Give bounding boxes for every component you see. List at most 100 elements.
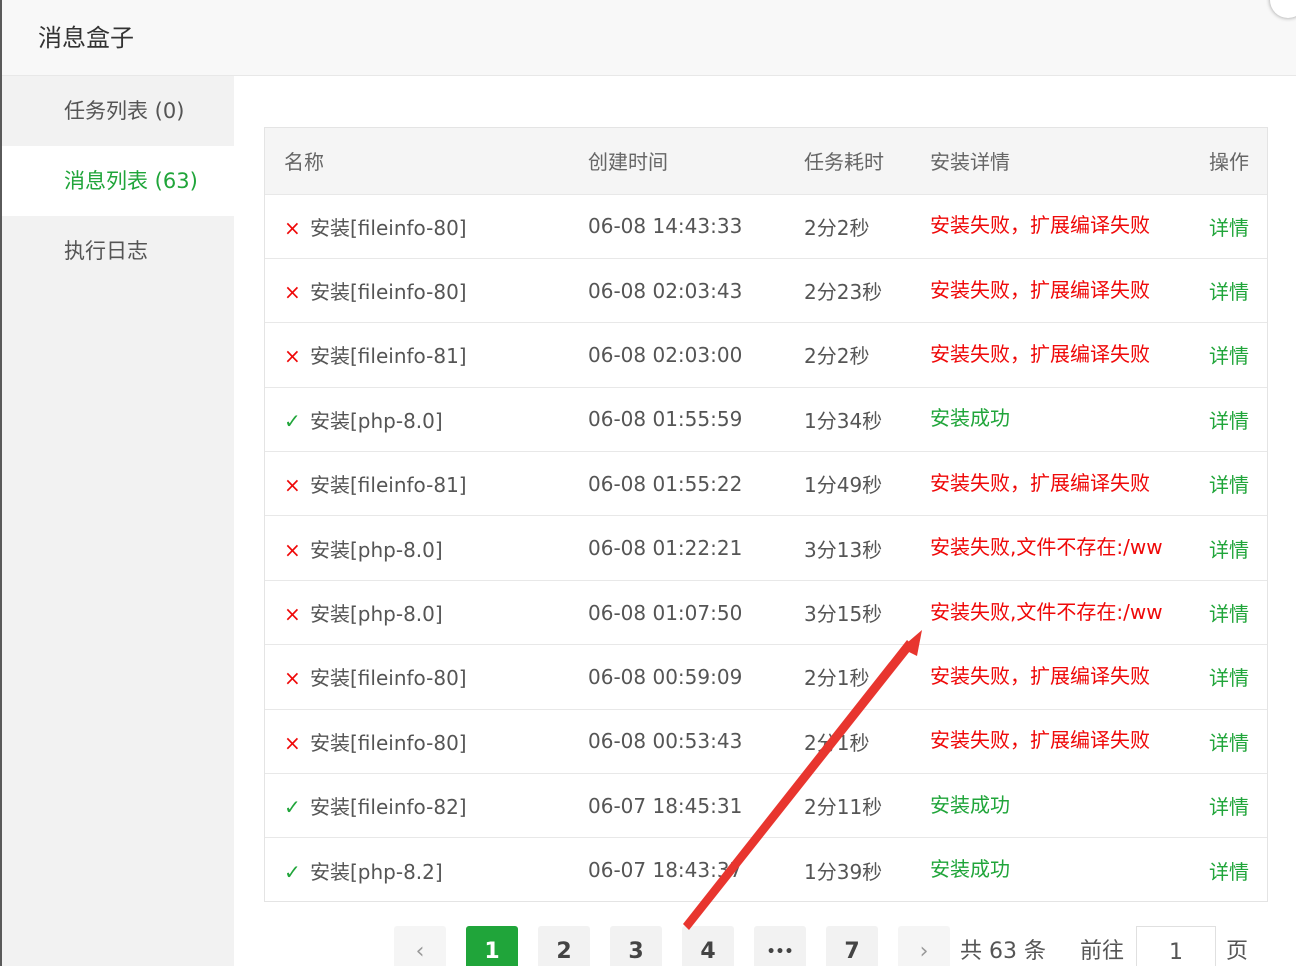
detail-link[interactable]: 详情 [1209, 795, 1249, 819]
detail-link[interactable]: 详情 [1209, 216, 1249, 240]
page-button-7[interactable]: 7 [826, 926, 878, 966]
install-detail: 安装失败,文件不存在:/ww [930, 535, 1163, 560]
page-button-1[interactable]: 1 [466, 926, 518, 966]
cell-name: × 安装[fileinfo-80] [265, 709, 588, 773]
created-time: 06-08 01:55:59 [588, 407, 743, 432]
task-name: 安装[fileinfo-81] [310, 344, 467, 369]
cell-name: × 安装[fileinfo-81] [265, 452, 588, 516]
check-icon: ✓ [284, 408, 301, 433]
cell-duration: 1分49秒 [804, 452, 930, 516]
cell-install-detail: 安装成功 [930, 387, 1209, 451]
goto-suffix: 页 [1226, 939, 1249, 964]
cell-install-detail: 安装失败,文件不存在:/ww [930, 580, 1209, 644]
cross-icon: × [284, 730, 301, 755]
dialog-title: 消息盒子 [38, 24, 134, 52]
detail-link[interactable]: 详情 [1209, 473, 1249, 497]
task-duration: 2分1秒 [804, 730, 870, 755]
cross-icon: × [284, 473, 301, 498]
install-detail: 安装成功 [930, 792, 1010, 817]
header-name: 名称 [284, 150, 324, 175]
created-time: 06-08 00:53:43 [588, 729, 743, 754]
cell-duration: 2分2秒 [804, 323, 930, 387]
cell-operation: 详情 [1209, 258, 1267, 322]
cell-name: ✓ 安装[php-8.0] [265, 387, 588, 451]
detail-link[interactable]: 详情 [1209, 280, 1249, 304]
next-page-button[interactable]: › [898, 926, 950, 966]
created-time: 06-08 01:22:21 [588, 536, 743, 561]
cell-install-detail: 安装成功 [930, 774, 1209, 838]
detail-link[interactable]: 详情 [1209, 666, 1249, 690]
detail-link[interactable]: 详情 [1209, 602, 1249, 626]
cross-icon: × [284, 602, 301, 627]
table-header-row: 名称 创建时间 任务耗时 安装详情 操作 [265, 128, 1267, 194]
cell-created-time: 06-08 01:22:21 [588, 516, 804, 580]
task-name: 安装[fileinfo-80] [310, 215, 467, 240]
install-detail: 安装失败，扩展编译失败 [930, 341, 1150, 366]
sidebar-item-execution-log[interactable]: 执行日志 [2, 216, 234, 286]
header-operation: 操作 [1209, 150, 1249, 175]
table-row: ✓ 安装[fileinfo-82] 06-07 18:45:31 2分11秒 安装成功 详… [265, 773, 1267, 838]
cell-operation: 详情 [1209, 580, 1267, 644]
page-button-3[interactable]: 3 [610, 926, 662, 966]
table-body: × 安装[fileinfo-80] 06-08 14:43:33 2分2秒 安装失败，扩… [265, 194, 1267, 901]
cell-name: × 安装[fileinfo-80] [265, 645, 588, 709]
table-row: × 安装[php-8.0] 06-08 01:07:50 3分15秒 安装失败,文件不存… [265, 580, 1267, 644]
cross-icon: × [284, 344, 301, 369]
main-panel: 名称 创建时间 任务耗时 安装详情 操作 × 安装[fileinfo-80] 06-… [234, 76, 1296, 966]
cell-duration: 3分13秒 [804, 516, 930, 580]
detail-link[interactable]: 详情 [1209, 409, 1249, 433]
install-detail: 安装失败，扩展编译失败 [930, 728, 1150, 753]
cell-operation: 详情 [1209, 387, 1267, 451]
goto-prefix: 前往 [1080, 939, 1125, 964]
page-ellipsis-button[interactable]: ••• [754, 926, 806, 966]
cell-operation: 详情 [1209, 452, 1267, 516]
task-name: 安装[fileinfo-80] [310, 666, 467, 691]
cell-install-detail: 安装失败,文件不存在:/ww [930, 516, 1209, 580]
cell-name: × 安装[fileinfo-80] [265, 258, 588, 322]
page-button-4[interactable]: 4 [682, 926, 734, 966]
cell-name: × 安装[php-8.0] [265, 580, 588, 644]
cell-created-time: 06-08 14:43:33 [588, 194, 804, 258]
cell-operation: 详情 [1209, 709, 1267, 773]
cell-operation: 详情 [1209, 516, 1267, 580]
task-duration: 2分23秒 [804, 280, 883, 305]
created-time: 06-08 01:55:22 [588, 471, 743, 496]
cell-operation: 详情 [1209, 645, 1267, 709]
install-detail: 安装失败，扩展编译失败 [930, 277, 1150, 302]
detail-link[interactable]: 详情 [1209, 538, 1249, 562]
dialog-header: 消息盒子 [2, 0, 1296, 76]
cell-duration: 2分11秒 [804, 774, 930, 838]
cell-install-detail: 安装失败，扩展编译失败 [930, 258, 1209, 322]
check-icon: ✓ [284, 859, 301, 884]
task-duration: 1分34秒 [804, 408, 883, 433]
detail-link[interactable]: 详情 [1209, 731, 1249, 755]
cell-name: ✓ 安装[fileinfo-82] [265, 774, 588, 838]
table-row: × 安装[fileinfo-81] 06-08 01:55:22 1分49秒 安装失败，… [265, 451, 1267, 516]
header-duration: 任务耗时 [804, 150, 884, 175]
cell-operation: 详情 [1209, 323, 1267, 387]
sidebar-item-task-list[interactable]: 任务列表 (0) [2, 76, 234, 146]
cell-created-time: 06-08 00:53:43 [588, 709, 804, 773]
cell-duration: 2分1秒 [804, 645, 930, 709]
cell-install-detail: 安装成功 [930, 838, 1209, 901]
task-name: 安装[php-8.0] [310, 602, 443, 627]
prev-page-button[interactable]: ‹ [394, 926, 446, 966]
table-row: × 安装[fileinfo-80] 06-08 14:43:33 2分2秒 安装失败，扩… [265, 194, 1267, 258]
table-row: × 安装[fileinfo-80] 06-08 00:53:43 2分1秒 安装失败，扩… [265, 709, 1267, 773]
goto-page-input[interactable] [1136, 926, 1216, 966]
table-row: × 安装[fileinfo-81] 06-08 02:03:00 2分2秒 安装失败，扩… [265, 322, 1267, 387]
cross-icon: × [284, 280, 301, 305]
sidebar-item-message-list[interactable]: 消息列表 (63) [2, 146, 234, 216]
detail-link[interactable]: 详情 [1209, 860, 1249, 884]
cell-duration: 3分15秒 [804, 580, 930, 644]
cell-install-detail: 安装失败，扩展编译失败 [930, 452, 1209, 516]
cell-duration: 2分2秒 [804, 194, 930, 258]
task-name: 安装[php-8.0] [310, 537, 443, 562]
install-detail: 安装失败，扩展编译失败 [930, 470, 1150, 495]
cell-name: ✓ 安装[php-8.2] [265, 838, 588, 901]
detail-link[interactable]: 详情 [1209, 344, 1249, 368]
task-duration: 2分2秒 [804, 344, 870, 369]
page-button-2[interactable]: 2 [538, 926, 590, 966]
task-name: 安装[fileinfo-81] [310, 473, 467, 498]
cell-install-detail: 安装失败，扩展编译失败 [930, 709, 1209, 773]
